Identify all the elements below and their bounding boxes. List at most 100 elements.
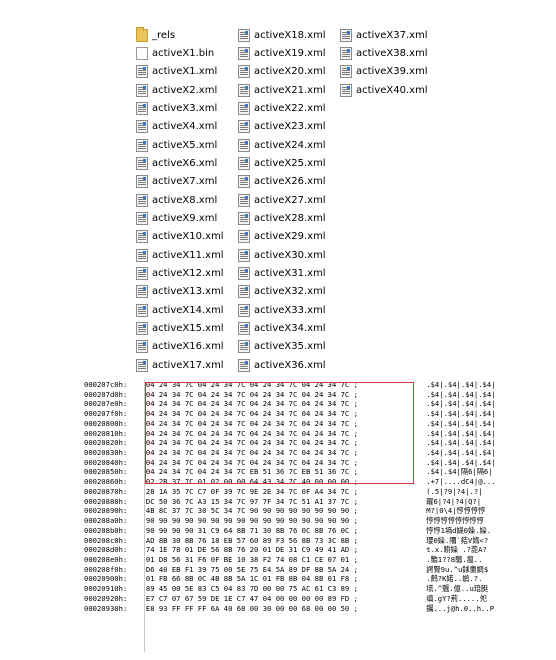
file-item[interactable]: activeX40.xml — [340, 81, 428, 99]
hex-address: 00020820h: — [84, 438, 128, 448]
file-item[interactable]: activeX19.xml — [238, 44, 326, 62]
xml-file-icon — [340, 46, 352, 60]
file-item[interactable]: activeX33.xml — [238, 301, 326, 319]
file-item[interactable]: activeX24.xml — [238, 136, 326, 154]
hex-address: 00020900h: — [84, 574, 128, 584]
file-name: activeX40.xml — [356, 84, 428, 96]
file-item[interactable]: activeX15.xml — [136, 319, 224, 337]
file-item[interactable]: activeX20.xml — [238, 63, 326, 81]
hex-ascii: .$4|.$4|.$4|.$4| — [426, 389, 496, 399]
file-item[interactable]: activeX23.xml — [238, 118, 326, 136]
file-name: activeX7.xml — [152, 176, 218, 188]
hex-ascii: .豓1??8騮.瘟.. — [426, 554, 483, 564]
hex-bytes: 04 24 34 7C 04 24 34 7C EB 51 36 7C EB 5… — [145, 467, 358, 477]
file-item[interactable]: activeX17.xml — [136, 356, 224, 374]
file-name: activeX33.xml — [254, 304, 326, 316]
file-item[interactable]: activeX29.xml — [238, 228, 326, 246]
xml-file-icon — [238, 156, 250, 170]
file-name: activeX16.xml — [152, 341, 224, 353]
hex-address: 000207f0h: — [84, 409, 128, 419]
xml-file-icon — [238, 358, 250, 372]
file-item[interactable]: activeX5.xml — [136, 136, 224, 154]
file-name: activeX18.xml — [254, 29, 326, 41]
hex-bytes: 04 24 34 7C 04 24 34 7C 04 24 34 7C 04 2… — [145, 438, 358, 448]
hex-address: 00020850h: — [84, 467, 128, 477]
file-item[interactable]: activeX4.xml — [136, 118, 224, 136]
hex-address: 000208c0h: — [84, 535, 128, 545]
file-item[interactable]: activeX1.bin — [136, 44, 224, 62]
hex-bytes: 01 D8 56 31 F6 0F BE 10 38 F2 74 08 C1 C… — [145, 554, 358, 564]
hex-ascii: 諤腎9u.^u銶夁婤$ — [426, 564, 489, 574]
file-item[interactable]: activeX31.xml — [238, 264, 326, 282]
hex-row: 000208a0h: 90 90 90 90 90 90 90 90 90 90 … — [84, 516, 546, 526]
hex-row: 00020900h: 01 FB 66 8B 0C 4B 8B 5A 1C 01 … — [84, 574, 546, 584]
file-name: activeX2.xml — [152, 84, 218, 96]
file-name: activeX38.xml — [356, 47, 428, 59]
bin-file-icon — [136, 46, 148, 60]
file-name: activeX1.bin — [152, 47, 215, 59]
file-item[interactable]: activeX26.xml — [238, 173, 326, 191]
hex-row: 000208e0h: 01 D8 56 31 F6 0F BE 10 38 F2 … — [84, 555, 546, 565]
hex-address: 000208a0h: — [84, 516, 128, 526]
hex-ascii: .$4|.$4|.$4|.$4| — [426, 380, 496, 389]
file-item[interactable]: activeX10.xml — [136, 228, 224, 246]
hex-ascii: .鹒?K婼..鹚.?. — [426, 574, 483, 584]
file-item[interactable]: activeX2.xml — [136, 81, 224, 99]
file-name: activeX35.xml — [254, 341, 326, 353]
xml-file-icon — [238, 211, 250, 225]
file-column-3: activeX37.xml activeX38.xml activeX39.xml a… — [340, 26, 428, 99]
xml-file-icon — [238, 65, 250, 79]
hex-address: 000208f0h: — [84, 564, 128, 574]
file-item[interactable]: activeX1.xml — [136, 63, 224, 81]
file-name: activeX4.xml — [152, 121, 218, 133]
xml-file-icon — [238, 340, 250, 354]
file-item[interactable]: activeX8.xml — [136, 191, 224, 209]
file-item[interactable]: activeX27.xml — [238, 191, 326, 209]
file-item[interactable]: activeX6.xml — [136, 154, 224, 172]
file-item[interactable]: activeX35.xml — [238, 338, 326, 356]
hex-ascii: .$4|.$4|.$4|.$4| — [426, 399, 496, 409]
hex-ascii: .+7|....dC4|@... — [426, 477, 496, 487]
file-item[interactable]: activeX36.xml — [238, 356, 326, 374]
hex-bytes: 04 24 34 7C 04 24 34 7C 04 24 34 7C 04 2… — [145, 409, 358, 419]
file-item[interactable]: activeX37.xml — [340, 26, 428, 44]
file-name: activeX31.xml — [254, 267, 326, 279]
hex-ascii: 躍6|?4|?4|Q?| — [426, 496, 482, 506]
hex-bytes: 89 45 00 5E 83 C5 04 83 7D 00 00 75 AC 6… — [145, 584, 358, 594]
file-name: activeX14.xml — [152, 304, 224, 316]
file-item[interactable]: activeX9.xml — [136, 209, 224, 227]
hex-bytes: 04 24 34 7C 04 24 34 7C 04 24 34 7C 04 2… — [145, 448, 358, 458]
file-item[interactable]: activeX22.xml — [238, 99, 326, 117]
file-item[interactable]: activeX39.xml — [340, 63, 428, 81]
file-item[interactable]: activeX28.xml — [238, 209, 326, 227]
hex-bytes: 01 FB 66 8B 0C 4B 8B 5A 1C 01 FB 8B 04 8… — [145, 574, 358, 584]
xml-file-icon — [136, 266, 148, 280]
xml-file-icon — [136, 211, 148, 225]
hex-row: 00020860h: 02 2B 37 7C 01 02 00 00 64 43 … — [84, 477, 546, 487]
xml-file-icon — [136, 138, 148, 152]
file-item[interactable]: activeX38.xml — [340, 44, 428, 62]
xml-file-icon — [136, 358, 148, 372]
file-item[interactable]: activeX16.xml — [136, 338, 224, 356]
file-item[interactable]: activeX7.xml — [136, 173, 224, 191]
file-item[interactable]: activeX32.xml — [238, 283, 326, 301]
hex-row: 00020800h: 04 24 34 7C 04 24 34 7C 04 24 … — [84, 419, 546, 429]
xml-file-icon — [238, 46, 250, 60]
file-item[interactable]: activeX25.xml — [238, 154, 326, 172]
hex-address: 000208d0h: — [84, 545, 128, 555]
file-item[interactable]: activeX12.xml — [136, 264, 224, 282]
file-item[interactable]: activeX18.xml — [238, 26, 326, 44]
hex-row: 000208b0h: 90 90 90 90 31 C9 64 8B 71 30 … — [84, 526, 546, 536]
file-name: activeX36.xml — [254, 359, 326, 371]
file-item[interactable]: _rels — [136, 26, 224, 44]
file-item[interactable]: activeX13.xml — [136, 283, 224, 301]
hex-ascii: 钃...j@h.0..h..P — [426, 603, 495, 613]
xml-file-icon — [238, 321, 250, 335]
file-item[interactable]: activeX30.xml — [238, 246, 326, 264]
file-item[interactable]: activeX14.xml — [136, 301, 224, 319]
file-item[interactable]: activeX11.xml — [136, 246, 224, 264]
file-item[interactable]: activeX3.xml — [136, 99, 224, 117]
file-item[interactable]: activeX21.xml — [238, 81, 326, 99]
file-item[interactable]: activeX34.xml — [238, 319, 326, 337]
xml-file-icon — [238, 120, 250, 134]
